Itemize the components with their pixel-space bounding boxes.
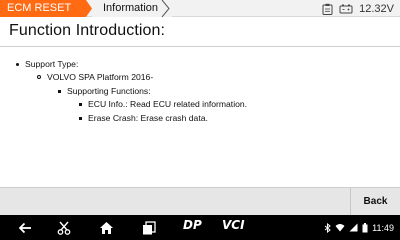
battery-status-icon bbox=[362, 222, 368, 232]
clock: 11:49 bbox=[372, 222, 394, 233]
voltage-readout: 12.32V bbox=[359, 2, 394, 15]
bullet bbox=[58, 89, 61, 93]
breadcrumb-module-tab[interactable]: ECM RESET bbox=[0, 0, 92, 17]
function-item: ECU Info.: Read ECU related information. bbox=[88, 99, 248, 109]
bullet bbox=[79, 116, 82, 120]
function-item: Erase Crash: Erase crash data. bbox=[88, 113, 208, 123]
action-bar: Back bbox=[0, 187, 400, 216]
page-tab-label: Information bbox=[103, 2, 159, 14]
tab-separator bbox=[161, 0, 170, 17]
clipboard-icon[interactable] bbox=[322, 3, 333, 15]
supporting-functions-label: Supporting Functions: bbox=[67, 86, 151, 96]
signal-icon bbox=[349, 223, 358, 232]
system-nav-bar: DP VCI 11:49 bbox=[0, 215, 400, 240]
function-introduction-body: Support Type: VOLVO SPA Platform 2016- S… bbox=[0, 47, 400, 187]
wifi-icon bbox=[335, 224, 345, 232]
battery-icon bbox=[339, 4, 353, 13]
back-button[interactable]: Back bbox=[350, 188, 400, 216]
bullet bbox=[16, 62, 19, 66]
bullet bbox=[79, 102, 82, 106]
bullet bbox=[37, 75, 41, 79]
system-status: 11:49 bbox=[324, 215, 394, 240]
scissors-icon[interactable] bbox=[55, 219, 73, 236]
platform-label: VOLVO SPA Platform 2016- bbox=[47, 72, 154, 82]
vci-button[interactable]: VCI bbox=[222, 218, 245, 232]
list-item: ECU Info.: Read ECU related information. bbox=[79, 99, 247, 109]
bluetooth-icon bbox=[324, 222, 331, 233]
list-item: VOLVO SPA Platform 2016- bbox=[37, 72, 153, 82]
page-title: Function Introduction: bbox=[9, 22, 166, 39]
list-item: Support Type: bbox=[16, 59, 78, 69]
top-bar: ECM RESET Information 12.32V bbox=[0, 0, 400, 17]
back-arrow-icon[interactable] bbox=[16, 219, 34, 236]
recent-apps-icon[interactable] bbox=[140, 219, 158, 236]
vehicle-status: 12.32V bbox=[322, 0, 394, 17]
list-item: Erase Crash: Erase crash data. bbox=[79, 113, 208, 123]
home-icon[interactable] bbox=[97, 219, 115, 236]
list-item: Supporting Functions: bbox=[58, 86, 151, 96]
module-tab-label: ECM RESET bbox=[7, 2, 72, 14]
dp-button[interactable]: DP bbox=[183, 218, 202, 232]
support-type-label: Support Type: bbox=[25, 59, 79, 69]
